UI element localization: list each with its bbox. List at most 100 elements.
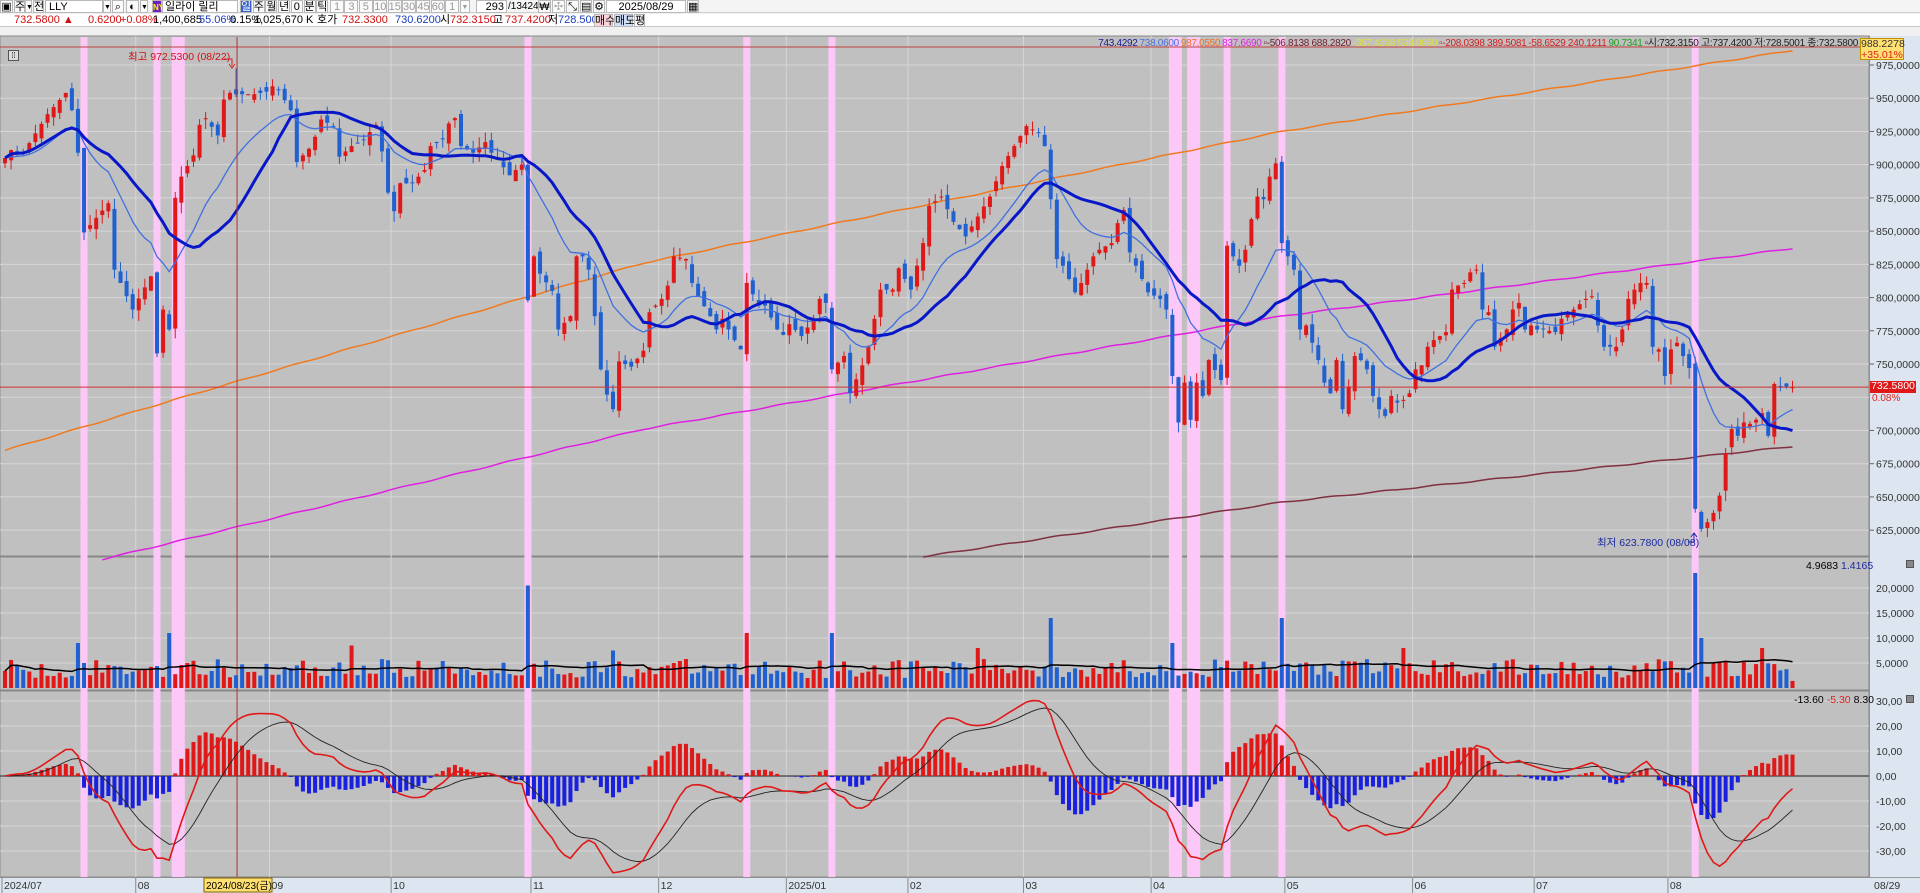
macd-histogram-bar: [994, 770, 999, 776]
volume-bar: [1006, 673, 1011, 688]
volume-bar: [1632, 665, 1637, 688]
candle-body: [1395, 400, 1400, 403]
macd-histogram-bar: [288, 776, 293, 777]
candle-body: [489, 140, 494, 153]
candle-body: [975, 216, 980, 231]
macd-histogram-bar: [744, 773, 749, 776]
candle-body: [1407, 393, 1412, 398]
macd-histogram-bar: [714, 769, 719, 776]
candle-body: [987, 196, 992, 207]
volume-bar: [483, 674, 488, 688]
volume-bar: [1681, 667, 1686, 688]
macd-histogram-bar: [659, 755, 664, 776]
pane-menu-icon[interactable]: ⁞⁞: [8, 50, 19, 61]
candle-body: [908, 276, 913, 290]
volume-bar: [1523, 673, 1527, 688]
candle-body: [337, 128, 342, 157]
macd-histogram-bar: [1261, 734, 1266, 776]
candle-body: [215, 124, 220, 136]
date-label-end: 08/29: [1874, 880, 1900, 892]
volume-bar: [1760, 648, 1765, 688]
volume-bar: [513, 675, 518, 688]
candle-body: [82, 147, 87, 233]
volume-bar: [410, 676, 415, 688]
candle-body: [343, 151, 348, 156]
volume-bar: [507, 674, 512, 688]
volume-bar: [1747, 674, 1752, 688]
volume-bar: [1644, 663, 1649, 688]
volume-bar: [203, 674, 208, 688]
volume-bar: [373, 673, 378, 688]
signal-highlight-band: [1223, 37, 1231, 877]
candle-body: [592, 274, 597, 317]
macd-histogram-bar: [1595, 775, 1600, 776]
pane-close-icon[interactable]: [1906, 560, 1914, 568]
volume-bar: [1194, 673, 1199, 688]
macd-histogram-bar: [1498, 774, 1503, 776]
macd-histogram-bar: [1127, 776, 1132, 780]
volume-bar: [866, 671, 871, 688]
macd-histogram-bar: [1012, 765, 1017, 776]
volume-bar: [367, 673, 372, 688]
candle-body: [969, 226, 974, 232]
volume-bar: [921, 667, 926, 688]
volume-bar: [598, 672, 603, 688]
macd-pane: [0, 690, 1870, 878]
candle-body: [1133, 258, 1138, 266]
volume-bar: [100, 672, 105, 688]
macd-histogram-bar: [975, 772, 980, 776]
macd-histogram-bar: [848, 776, 853, 787]
pane-close-icon[interactable]: [1906, 695, 1914, 703]
volume-bar: [197, 674, 202, 688]
volume-bar: [471, 675, 476, 688]
candle-body: [185, 166, 190, 174]
candle-body: [598, 312, 603, 370]
volume-bar: [118, 666, 123, 688]
stock-chart[interactable]: 975,0000 950,0000 925,0000 900,0000 875,0000…: [0, 0, 1920, 893]
volume-bar: [1085, 676, 1090, 688]
price-tick-label: 900,0000: [1876, 160, 1920, 172]
candle-body: [142, 287, 147, 300]
candle-body: [39, 123, 44, 139]
volume-bar: [987, 670, 992, 688]
candle: [1279, 155, 1284, 253]
candle-body: [167, 314, 172, 330]
macd-histogram-bar: [1170, 776, 1175, 798]
macd-histogram-bar: [1602, 776, 1607, 780]
candle-body: [1705, 522, 1710, 529]
candle-body: [550, 284, 555, 291]
macd-histogram-bar: [404, 776, 409, 791]
price-tick-label: 700,0000: [1876, 425, 1920, 437]
macd-histogram-bar: [763, 769, 767, 776]
volume-bar: [1206, 676, 1211, 688]
macd-tick-label: 30,00: [1876, 696, 1902, 708]
macd-histogram-bar: [1401, 776, 1406, 780]
volume-bar: [477, 671, 482, 688]
macd-histogram-bar: [63, 763, 68, 776]
volume-bar: [1298, 663, 1303, 688]
macd-histogram-bar: [1413, 771, 1418, 776]
volume-bar: [124, 674, 129, 688]
volume-bar: [75, 643, 80, 688]
volume-bar: [1067, 672, 1071, 688]
volume-bar: [1304, 662, 1309, 688]
macd-histogram-bar: [544, 776, 549, 804]
volume-bar: [1291, 670, 1296, 688]
volume-bar: [1486, 670, 1491, 688]
candle-body: [1638, 282, 1643, 293]
volume-bar: [604, 667, 609, 688]
legend-value: ▫-208.0398 389.5081: [1439, 38, 1527, 49]
candle-body: [683, 259, 688, 261]
volume-bar: [1754, 664, 1759, 688]
volume-bar: [167, 633, 172, 688]
candle-body: [531, 256, 536, 297]
macd-histogram-bar: [161, 776, 166, 794]
macd-histogram-bar: [1583, 773, 1588, 776]
macd-histogram-bar: [1219, 776, 1223, 782]
macd-histogram-bar: [1298, 776, 1303, 780]
volume-bar: [531, 663, 536, 688]
candle-body: [355, 142, 360, 144]
candle-body: [106, 203, 111, 212]
macd-histogram-bar: [258, 758, 263, 776]
macd-histogram-bar: [1176, 776, 1181, 807]
